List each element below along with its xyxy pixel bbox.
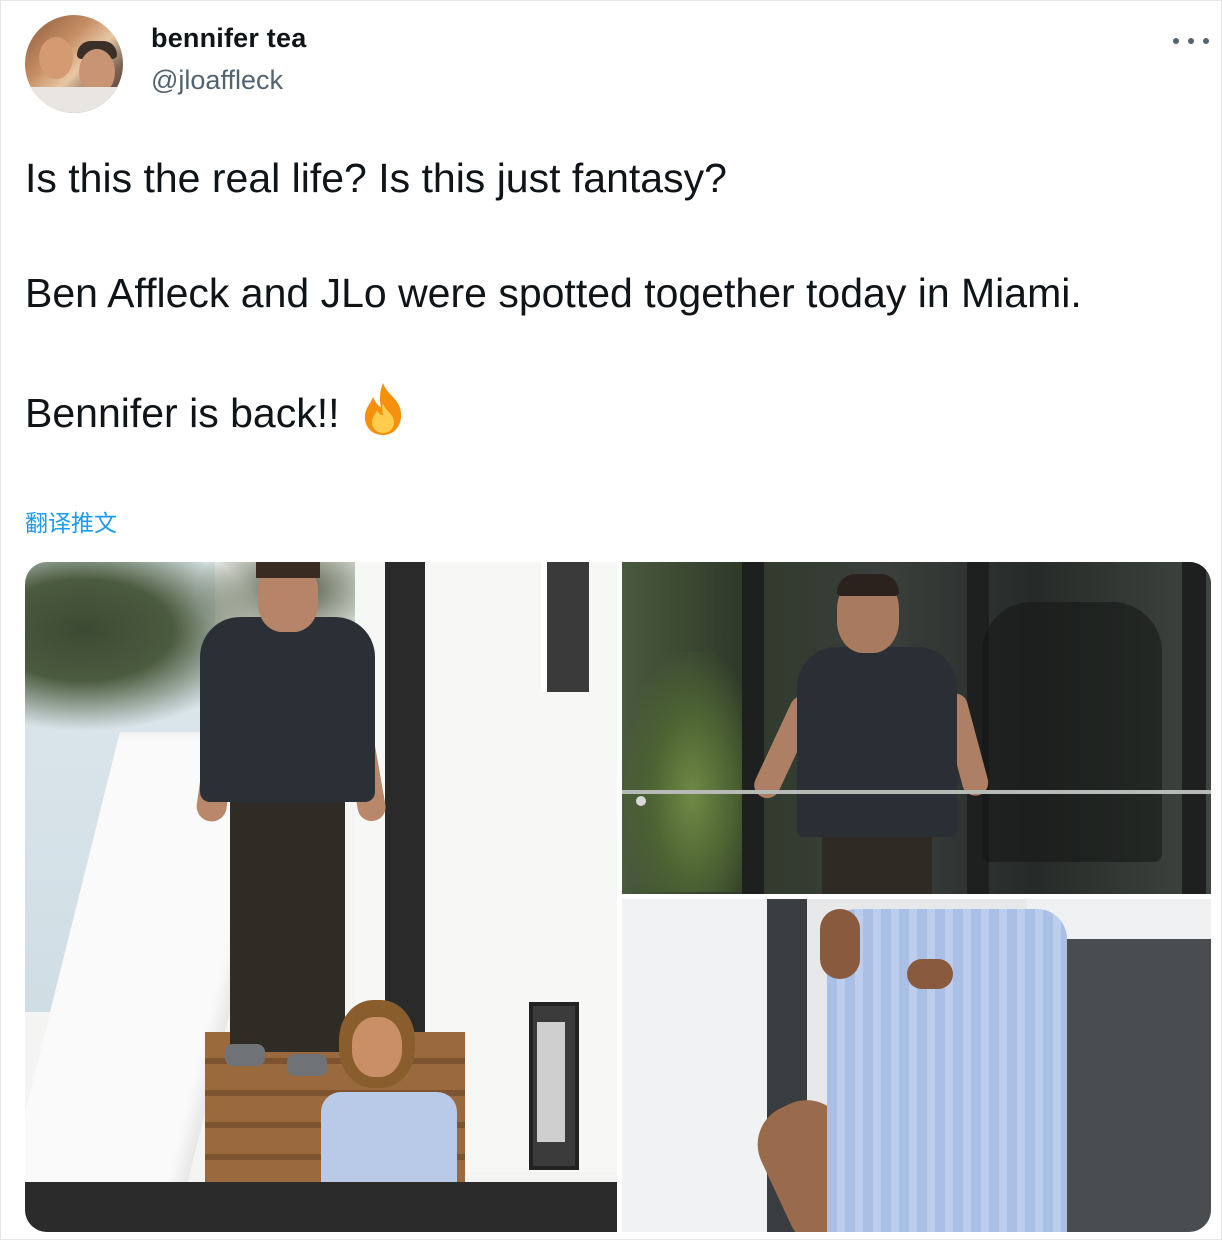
blue-dress xyxy=(827,909,1067,1232)
tweet-text: Is this the real life? Is this just fant… xyxy=(25,151,1185,441)
user-avatar[interactable] xyxy=(25,15,123,113)
tweet-line-3-text: Bennifer is back!! xyxy=(25,390,340,436)
man-hair xyxy=(256,562,320,578)
more-dot xyxy=(1173,38,1179,44)
photo-staircase[interactable] xyxy=(25,562,617,1232)
avatar-face-left xyxy=(39,37,73,79)
photo-balcony[interactable] xyxy=(622,562,1211,894)
plant-foliage xyxy=(622,652,762,892)
wall-lamp-glass xyxy=(537,1022,565,1142)
display-name[interactable]: bennifer tea xyxy=(151,23,306,54)
man-shirt xyxy=(200,617,375,802)
tweet-line-3: Bennifer is back!! xyxy=(25,381,1185,441)
more-options-icon[interactable] xyxy=(1173,31,1209,51)
man-hair xyxy=(837,574,899,596)
house-window xyxy=(541,562,589,692)
man-shoe xyxy=(225,1044,265,1066)
door-frame xyxy=(385,562,425,1032)
media-grid xyxy=(25,562,1211,1232)
woman-face xyxy=(352,1017,402,1077)
window-frame xyxy=(1182,562,1206,894)
tweet-line-1: Is this the real life? Is this just fant… xyxy=(25,155,727,201)
more-dot xyxy=(1188,38,1194,44)
woman-dress xyxy=(321,1092,457,1192)
window-frame xyxy=(742,562,764,894)
user-handle[interactable]: @jloaffleck xyxy=(151,65,283,96)
man-legs xyxy=(822,834,932,894)
man-shirt xyxy=(797,647,957,837)
woman-arm xyxy=(820,909,860,979)
glass-reflection xyxy=(982,602,1162,862)
tweet-card: bennifer tea @jloaffleck Is this the rea… xyxy=(0,0,1222,1240)
tweet-line-2: Ben Affleck and JLo were spotted togethe… xyxy=(25,270,1082,316)
woman-hand xyxy=(907,959,953,989)
foreground-ledge xyxy=(25,1182,617,1232)
translate-tweet-link[interactable]: 翻译推文 xyxy=(25,504,117,538)
more-dot xyxy=(1203,38,1209,44)
fire-icon xyxy=(364,383,401,435)
glass-railing xyxy=(622,790,1211,794)
man-shoe xyxy=(287,1054,327,1076)
railing-fixture xyxy=(636,796,646,806)
photo-dress[interactable] xyxy=(622,899,1211,1232)
man-legs xyxy=(230,802,345,1052)
avatar-shirt xyxy=(25,87,123,113)
